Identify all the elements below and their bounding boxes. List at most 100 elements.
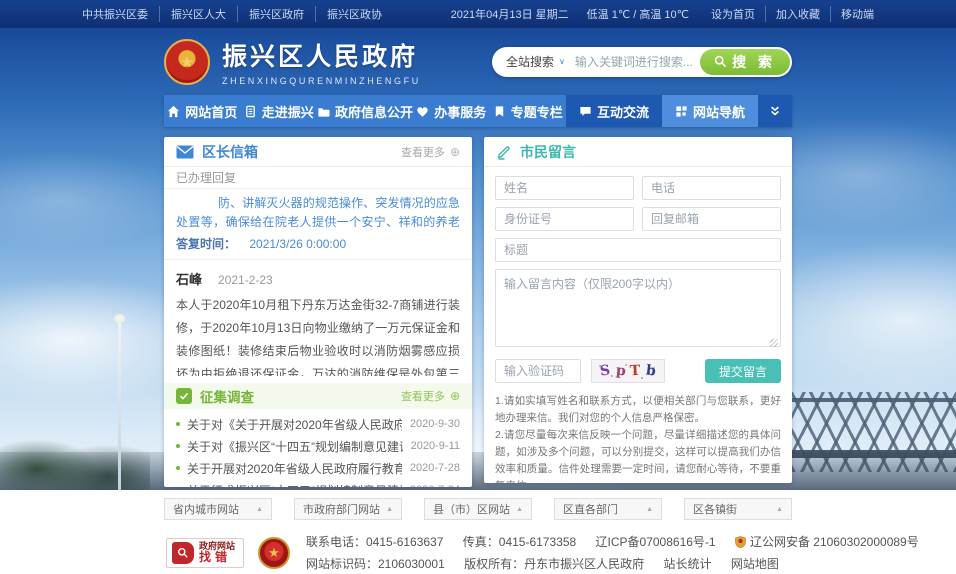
chevron-down-icon: ∨: [559, 57, 565, 66]
chat-icon: [579, 105, 592, 118]
select-towns-streets[interactable]: 区各镇街 ▲: [684, 498, 792, 520]
search-button-label: 搜 索: [732, 52, 776, 72]
bookmark-icon: [493, 105, 506, 118]
sitemap-link[interactable]: 网站地图: [731, 557, 779, 571]
nav-label: 走进振兴: [262, 102, 314, 121]
select-city-departments[interactable]: 市政府部门网站▲: [294, 498, 402, 520]
search-input[interactable]: [575, 55, 700, 69]
submit-message-button[interactable]: 提交留言: [705, 359, 781, 383]
nav-item-about[interactable]: 走进振兴: [240, 95, 316, 127]
captcha-char: T: [630, 363, 642, 380]
top-utility-bar: 中共振兴区委 振兴区人大 振兴区政府 振兴区政协 2021年04月13日 星期二…: [0, 0, 956, 28]
site-header: ★ 振兴区人民政府 ZHENXINGQURENMINZHENGFU 全站搜索 ∨…: [0, 28, 956, 95]
nav-label: 办事服务: [434, 102, 486, 121]
nav-expand-button[interactable]: [758, 95, 792, 127]
name-field[interactable]: [495, 176, 634, 200]
select-label: 区各镇街: [693, 501, 737, 517]
mobile-site-link[interactable]: 移动端: [830, 6, 874, 22]
survey-item-title: 关于征求振兴区“十四五”规划编制意见建议的公告: [187, 482, 402, 488]
set-homepage-link[interactable]: 设为首页: [711, 6, 755, 22]
grid-icon: [675, 105, 688, 118]
more-label: 查看更多: [401, 388, 445, 404]
icp-license-link[interactable]: 辽ICP备07008616号-1: [596, 535, 716, 549]
main-nav: 网站首页 走进振兴 政府信息公开 办事服务 专题专栏 互动交流 网站导航: [164, 95, 792, 127]
nav-label: 专题专栏: [511, 102, 563, 121]
resize-handle[interactable]: [770, 339, 778, 347]
captcha-image[interactable]: S p T b: [591, 359, 665, 383]
mailbox-more-link[interactable]: 查看更多 ⊕: [401, 144, 460, 160]
survey-section-header: 征集调查 查看更多 ⊕: [164, 383, 472, 409]
link-district-committee[interactable]: 中共振兴区委: [82, 6, 148, 22]
letter-date: 2021-2-23: [218, 273, 273, 287]
site-logo[interactable]: ★ 振兴区人民政府 ZHENXINGQURENMINZHENGFU: [164, 37, 421, 86]
nav-item-interaction[interactable]: 互动交流: [566, 95, 662, 127]
panel-title: 区长信箱: [202, 142, 258, 162]
plus-circle-icon: ⊕: [450, 389, 460, 403]
select-county-sites[interactable]: 县（市）区网站▲: [424, 498, 532, 520]
gov-site-error-report-logo[interactable]: 政府网站 找错: [166, 538, 244, 568]
select-district-departments[interactable]: 区直各部门▲: [554, 498, 662, 520]
double-chevron-down-icon: [769, 105, 781, 117]
nav-item-sitemap[interactable]: 网站导航: [662, 95, 758, 127]
nav-item-topics[interactable]: 专题专栏: [489, 95, 565, 127]
nav-label: 网站导航: [693, 102, 745, 121]
police-record: 辽公网安备 21060302000089号: [735, 535, 919, 549]
nav-item-gov-info[interactable]: 政府信息公开: [317, 95, 413, 127]
survey-item[interactable]: 关于对《关于开展对2020年省级人民政府履行教育职责情况满... 2020-9-3…: [176, 413, 460, 435]
captcha-char: p: [615, 363, 626, 380]
party-gov-badge-logo[interactable]: ★: [258, 537, 290, 569]
captcha-field[interactable]: [495, 359, 581, 383]
phone-field[interactable]: [642, 176, 781, 200]
webmaster-stats-link[interactable]: 站长统计: [663, 557, 711, 571]
tab-replied[interactable]: 已办理回复: [164, 167, 472, 189]
message-content-field[interactable]: [495, 269, 781, 347]
link-district-cppcc[interactable]: 振兴区政协: [315, 6, 382, 22]
survey-item[interactable]: 关于征求振兴区“十四五”规划编制意见建议的公告2020-7-24: [176, 479, 460, 487]
related-site-links: 中共振兴区委 振兴区人大 振兴区政府 振兴区政协: [82, 6, 382, 22]
envelope-icon: [176, 145, 194, 159]
citizen-message-panel: 市民留言: [484, 137, 792, 483]
bullet-dot: [176, 466, 180, 470]
street-lamp: [118, 322, 121, 490]
select-label: 省内城市网站: [173, 501, 239, 517]
link-district-congress[interactable]: 振兴区人大: [159, 6, 226, 22]
nav-item-services[interactable]: 办事服务: [413, 95, 489, 127]
survey-item[interactable]: 关于开展对2020年省级人民政府履行教育职责情况满意度调查...2020-7-2…: [176, 457, 460, 479]
search-button[interactable]: 搜 索: [700, 49, 790, 75]
survey-more-link[interactable]: 查看更多 ⊕: [401, 388, 460, 404]
link-district-government[interactable]: 振兴区政府: [237, 6, 304, 22]
bullet-dot: [176, 444, 180, 448]
site-subtitle: ZHENXINGQURENMINZHENGFU: [222, 76, 421, 86]
folder-icon: [317, 105, 330, 118]
letter-content: 本人于2020年10月租下丹东万达金街32-7商铺进行装修，于2020年10月1…: [176, 294, 460, 376]
panel-title: 市民留言: [520, 142, 576, 162]
triangle-up-icon: ▲: [776, 506, 783, 513]
search-scope-select[interactable]: 全站搜索 ∨: [506, 53, 565, 70]
home-icon: [167, 105, 180, 118]
survey-item-date: 2020-9-30: [410, 418, 460, 430]
nav-label: 网站首页: [185, 102, 237, 121]
id-number-field[interactable]: [495, 207, 634, 231]
bullet-dot: [176, 422, 180, 426]
search-bar: 全站搜索 ∨ 搜 索: [492, 47, 792, 77]
clipboard-check-icon: [176, 388, 192, 404]
nav-item-home[interactable]: 网站首页: [164, 95, 240, 127]
reply-time-label: 答复时间：: [176, 237, 236, 251]
add-favorite-link[interactable]: 加入收藏: [765, 6, 820, 22]
search-icon: [714, 55, 727, 68]
nav-label: 政府信息公开: [335, 102, 413, 121]
survey-item[interactable]: 关于对《振兴区“十四五”规划编制意见建议的公告》公开征...2020-9-11: [176, 435, 460, 457]
captcha-char: S: [599, 362, 611, 379]
footer-link-selects: 省内城市网站▲ 市政府部门网站▲ 县（市）区网站▲ 区直各部门▲ 区各镇街 ▲: [164, 498, 792, 520]
select-province-sites[interactable]: 省内城市网站▲: [164, 498, 272, 520]
error-logo-line2: 找错: [199, 551, 235, 564]
select-label: 市政府部门网站: [303, 501, 380, 517]
subject-field[interactable]: [495, 238, 781, 262]
email-field[interactable]: [642, 207, 781, 231]
reply-time-row: 答复时间： 2021/3/26 0:00:00: [164, 232, 472, 260]
document-icon: [244, 105, 257, 118]
heart-icon: [416, 105, 429, 118]
survey-item-title: 关于对《关于开展对2020年省级人民政府履行教育职责情况满...: [187, 416, 402, 433]
reply-excerpt: 防、讲解灭火器的规范操作、突发情况的应急处置等，确保给在院老人提供一个安宁、祥和…: [176, 194, 460, 232]
survey-item-title: 关于开展对2020年省级人民政府履行教育职责情况满意度调查...: [187, 460, 402, 477]
